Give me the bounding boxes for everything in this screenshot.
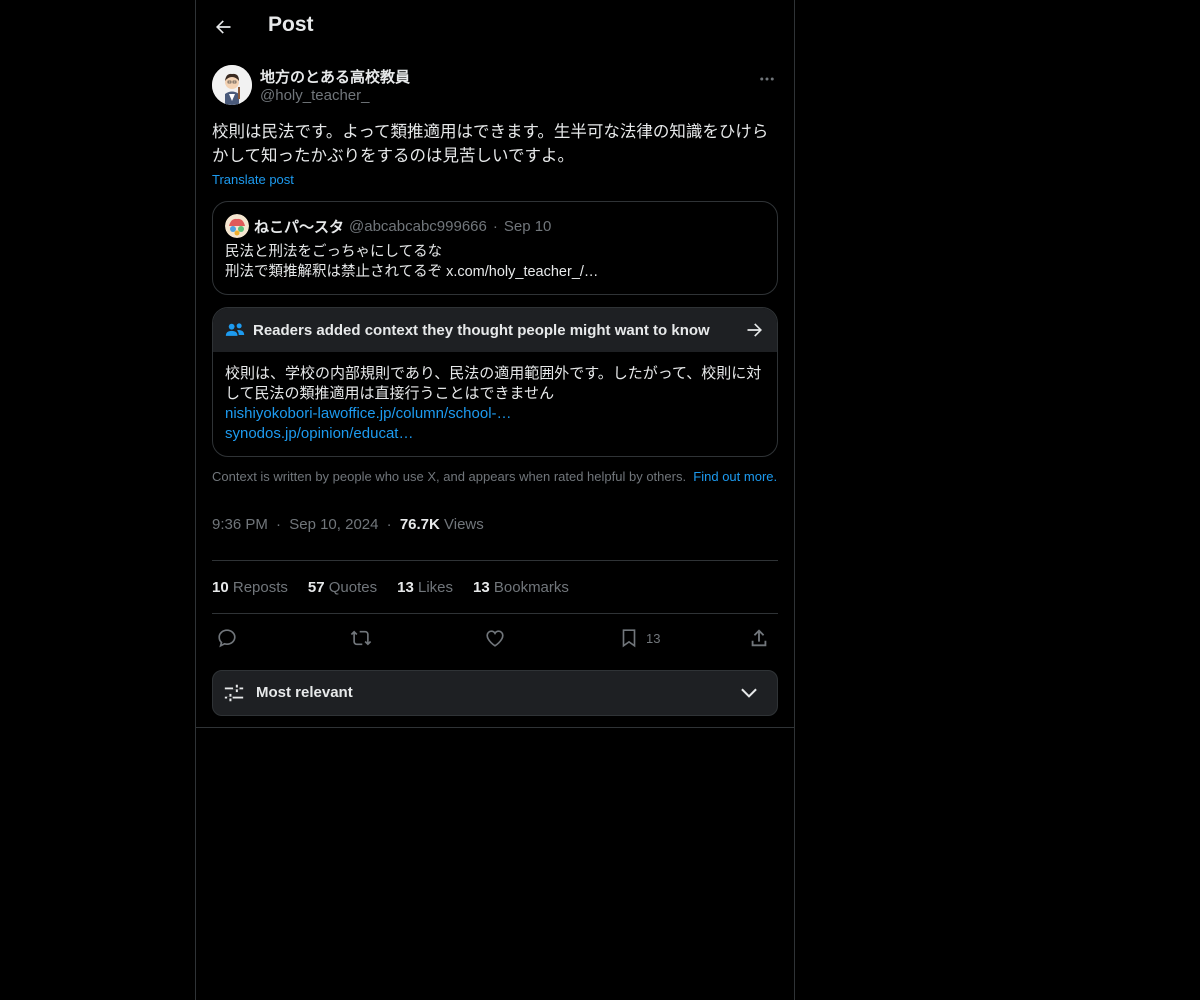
- stat-count: 13: [473, 578, 490, 596]
- more-icon: [760, 77, 774, 81]
- community-note-text: 校則は、学校の内部規則であり、民法の適用範囲外です。したがって、校則に対して民法…: [225, 365, 762, 402]
- arrow-right-icon: [747, 323, 762, 337]
- post-time[interactable]: 9:36 PM: [212, 516, 268, 533]
- like-button[interactable]: [484, 626, 506, 650]
- quote-handle: @abcabcabc999666: [349, 217, 487, 235]
- page-title: Post: [268, 13, 314, 36]
- views-count: 76.7K: [399, 516, 440, 533]
- back-button[interactable]: [206, 10, 240, 44]
- post-stats: 10 Reposts 57 Quotes 13 Likes 13 Bookmar…: [212, 561, 778, 614]
- author-handle[interactable]: @holy_teacher_: [260, 87, 369, 104]
- share-icon: [751, 629, 767, 647]
- author-name[interactable]: 地方のとある高校教員: [260, 66, 410, 87]
- post-meta: 9:36 PM · Sep 10, 2024 · 76.7K Views: [212, 516, 778, 561]
- more-button[interactable]: [754, 66, 780, 92]
- main-column: Post 地方のとある高校教員 @holy_teacher_ 校則は民法です。よ…: [195, 0, 795, 1000]
- repost-icon: [350, 630, 372, 646]
- share-button[interactable]: [748, 626, 770, 650]
- action-bar: 13: [212, 614, 778, 662]
- bookmark-icon: [622, 629, 636, 648]
- community-note-header[interactable]: Readers added context they thought peopl…: [213, 308, 777, 352]
- quote-date: Sep 10: [503, 217, 552, 235]
- post-author: 地方のとある高校教員 @holy_teacher_: [196, 64, 794, 114]
- sort-replies-select[interactable]: Most relevant: [212, 670, 778, 716]
- views-label: Views: [444, 516, 484, 533]
- stat-likes[interactable]: 13 Likes: [397, 579, 453, 596]
- people-icon: [225, 323, 245, 336]
- reply-button[interactable]: [216, 626, 238, 650]
- sliders-icon: [224, 684, 244, 702]
- sort-label: Most relevant: [256, 684, 353, 701]
- quote-separator: ·: [492, 217, 498, 235]
- repost-button[interactable]: [350, 626, 372, 650]
- quote-header: ねこパ〜スタ @abcabcabc999666 · Sep 10: [225, 214, 765, 238]
- stat-bookmarks[interactable]: 13 Bookmarks: [473, 579, 569, 596]
- community-note-body: 校則は、学校の内部規則であり、民法の適用範囲外です。したがって、校則に対して民法…: [213, 352, 777, 456]
- back-arrow-icon: [216, 20, 231, 34]
- quoted-post[interactable]: ねこパ〜スタ @abcabcabc999666 · Sep 10 民法と刑法をご…: [212, 201, 778, 295]
- community-note-link[interactable]: synodos.jp/opinion/educat…: [225, 424, 765, 444]
- chevron-down-icon: [741, 688, 757, 698]
- bookmark-count: 13: [646, 630, 661, 646]
- page-header: Post: [196, 0, 794, 54]
- stat-count: 57: [307, 578, 325, 596]
- community-note-link[interactable]: nishiyokobori-lawoffice.jp/column/school…: [225, 404, 765, 424]
- find-out-more-link[interactable]: Find out more.: [693, 469, 777, 484]
- post-date[interactable]: Sep 10, 2024: [289, 516, 378, 533]
- community-note-title: Readers added context they thought peopl…: [253, 321, 710, 339]
- context-footer-text: Context is written by people who use X, …: [212, 469, 687, 484]
- avatar[interactable]: [212, 65, 252, 105]
- post-text: 校則は民法です。よって類推適用はできます。生半可な法律の知識をひけらかして知った…: [212, 123, 769, 165]
- context-footer: Context is written by people who use X, …: [212, 469, 778, 485]
- stat-reposts[interactable]: 10 Reposts: [212, 579, 288, 596]
- stat-quotes[interactable]: 57 Quotes: [308, 579, 377, 596]
- quote-author-name: ねこパ〜スタ: [254, 218, 345, 236]
- community-note: Readers added context they thought peopl…: [212, 307, 778, 457]
- stat-label: Quotes: [328, 578, 378, 596]
- quote-line: 刑法で類推解釈は禁止されてるぞ x.com/holy_teacher_/…: [225, 264, 599, 280]
- translate-link[interactable]: Translate post: [212, 172, 294, 187]
- stat-count: 13: [397, 578, 414, 596]
- meta-separator: ·: [386, 516, 392, 533]
- quote-line: 民法と刑法をごっちゃにしてるな: [225, 244, 443, 260]
- like-icon: [486, 630, 504, 647]
- meta-separator: ·: [276, 516, 282, 533]
- stat-label: Likes: [417, 578, 454, 596]
- section-divider: [196, 727, 794, 728]
- stat-label: Reposts: [232, 578, 288, 596]
- bookmark-button[interactable]: 13: [618, 626, 660, 650]
- stat-count: 10: [212, 578, 229, 596]
- reply-icon: [218, 629, 236, 648]
- stat-label: Bookmarks: [493, 578, 569, 596]
- quote-avatar: [225, 214, 249, 238]
- quote-text: 民法と刑法をごっちゃにしてるな 刑法で類推解釈は禁止されてるぞ x.com/ho…: [225, 242, 765, 282]
